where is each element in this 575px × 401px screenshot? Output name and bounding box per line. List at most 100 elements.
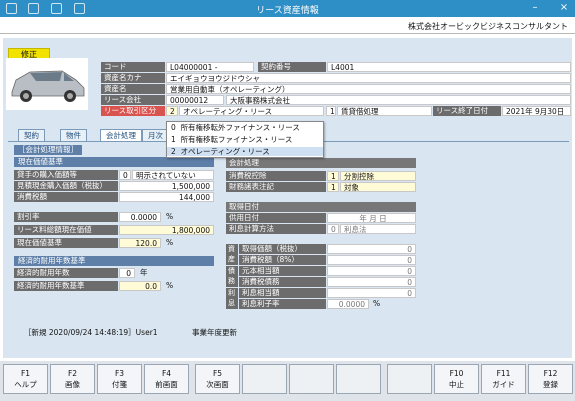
- dropdown-option-selected[interactable]: 2 オペレーティング・リース: [167, 147, 323, 156]
- interest-side-label: 利息: [226, 288, 238, 309]
- useful-years-field[interactable]: 0: [119, 268, 135, 278]
- sticky-note-button[interactable]: F3 付箋: [97, 364, 142, 394]
- pv-base-field: 120.0: [119, 238, 161, 248]
- tax-field[interactable]: 144,000: [119, 192, 214, 202]
- lease-type-label: リース取引区分: [101, 106, 165, 116]
- use-date-field[interactable]: 年 月 日: [327, 213, 416, 223]
- cancel-button[interactable]: F10 中止: [434, 364, 479, 394]
- lease-end-label: リース終了日付: [433, 106, 501, 116]
- status-note: 事業年度更新: [192, 328, 237, 337]
- use-date-label: 供用日付: [226, 213, 326, 223]
- tab-contract[interactable]: 契約: [18, 129, 45, 141]
- dropdown-option[interactable]: 1 所有権移転ファイナンス・リース: [167, 135, 323, 144]
- divider: [0, 33, 575, 34]
- useful-base-label: 経済的耐用年数基準: [14, 281, 118, 291]
- accounting-code: 1: [326, 106, 336, 116]
- interest-method-name: 利息法: [340, 224, 416, 234]
- tax-treatment-label: 消費税控除: [226, 171, 326, 181]
- accounting-name: 賃貸借処理: [337, 106, 432, 116]
- image-button[interactable]: F2 画像: [50, 364, 95, 394]
- borrower-text: 明示されていない: [132, 170, 214, 180]
- principal-label: 元本相当額: [239, 266, 326, 276]
- company-name: 株式会社オービックビジネスコンサルタント: [408, 22, 568, 31]
- code-label: コード: [101, 62, 165, 72]
- close-icon[interactable]: ×: [557, 2, 571, 15]
- useful-years-label: 経済的耐用年数: [14, 268, 118, 278]
- accounting-header: 会計処理: [226, 158, 416, 168]
- lease-total-label: リース料総額現在価値: [14, 225, 118, 235]
- consumption-field: 0: [327, 255, 416, 265]
- useful-base-unit: %: [166, 281, 174, 290]
- previous-screen-button[interactable]: F4 前画面: [144, 364, 189, 394]
- tax-treatment-name: 分割控除: [340, 171, 416, 181]
- interest-method-code[interactable]: 0: [327, 224, 339, 234]
- borrower-label: 貸手の購入価額等: [14, 170, 118, 180]
- code-field[interactable]: L04000001 -: [166, 62, 254, 72]
- tab-property[interactable]: 物件: [60, 129, 87, 141]
- acq-date-header: 取得日付: [226, 202, 416, 212]
- discount-label: 割引率: [14, 212, 118, 222]
- acq-price-field: 0: [327, 244, 416, 254]
- interest-amount-label: 利息相当額: [239, 288, 326, 298]
- name-label: 資産名: [101, 84, 165, 94]
- pv-base-unit: %: [166, 238, 174, 247]
- function-key-bar: F1 ヘルプ F2 画像 F3 付箋 F4 前画面 F5 次画面 F10 中止 F11 ガイド…: [0, 361, 575, 401]
- interest-rate-field: 0.0000: [327, 299, 369, 309]
- lease-type-dropdown[interactable]: 0 所有権移転外ファイナンス・リース 1 所有権移転ファイナンス・リース 2 オ…: [166, 121, 324, 158]
- borrower-code-field[interactable]: 0: [119, 170, 131, 180]
- useful-base-field: 0.0: [119, 281, 161, 291]
- acq-price-label: 取得価額（税抜）: [239, 244, 326, 254]
- fin-label: 財務諸表注記: [226, 182, 326, 192]
- f8-button[interactable]: [336, 364, 381, 394]
- minimize-icon[interactable]: –: [528, 2, 542, 15]
- fin-code-field[interactable]: 1: [327, 182, 339, 192]
- register-button[interactable]: F12 登録: [528, 364, 573, 394]
- interest-method-label: 利息計算方法: [226, 224, 326, 234]
- window-title: リース資産情報: [256, 6, 319, 16]
- discount-field[interactable]: 0.0000: [119, 212, 161, 222]
- lease-total-field: 1,800,000: [119, 225, 214, 235]
- contract-no-field[interactable]: L4001: [327, 62, 571, 72]
- f7-button[interactable]: [289, 364, 334, 394]
- lessor-code-field[interactable]: 00000012: [166, 95, 224, 105]
- lease-end-field[interactable]: 2021年 9月30日: [502, 106, 571, 116]
- debt-side-label: 債務: [226, 266, 238, 287]
- fin-name: 対象: [340, 182, 416, 192]
- present-value-header: 現在価値基準: [14, 157, 214, 167]
- useful-life-header: 経済的耐用年数基準: [14, 256, 214, 266]
- tab-accounting[interactable]: 会計処理: [100, 129, 142, 141]
- interest-amount-field: 0: [327, 288, 416, 298]
- tab-monthly[interactable]: 月次: [142, 129, 169, 141]
- estimate-label: 見積現金購入価額（税抜）: [14, 181, 118, 191]
- pv-base-label: 現在価値基準: [14, 238, 118, 248]
- created-status: ［新規 2020/09/24 14:48:19］User1: [24, 328, 158, 337]
- principal-field: 0: [327, 266, 416, 276]
- kana-field[interactable]: エイギョウヨウジドウシャ: [166, 73, 571, 83]
- tax-treatment-code-field[interactable]: 1: [327, 171, 339, 181]
- f6-button[interactable]: [242, 364, 287, 394]
- consumption-label: 消費税額（8%）: [239, 255, 326, 265]
- tax-debt-field: 0: [327, 277, 416, 287]
- lessor-name: 大阪事務株式会社: [226, 95, 571, 105]
- tax-label: 消費税額: [14, 192, 118, 202]
- guide-button[interactable]: F11 ガイド: [481, 364, 526, 394]
- kana-label: 資産名カナ: [101, 73, 165, 83]
- interest-rate-unit: %: [373, 299, 381, 308]
- f9-button[interactable]: [387, 364, 432, 394]
- asset-image: [6, 58, 88, 110]
- tax-debt-label: 消費税債務: [239, 277, 326, 287]
- lease-type-name: オペレーティング・リース: [179, 106, 324, 116]
- lease-type-code-field[interactable]: 2: [166, 106, 178, 116]
- contract-no-label: 契約番号: [258, 62, 326, 72]
- asset-side-label: 資産: [226, 244, 238, 265]
- discount-unit: %: [166, 212, 174, 221]
- interest-rate-label: 利息利子率: [239, 299, 326, 309]
- dropdown-option[interactable]: 0 所有権移転外ファイナンス・リース: [167, 123, 323, 132]
- useful-years-unit: 年: [140, 268, 148, 277]
- help-button[interactable]: F1 ヘルプ: [3, 364, 48, 394]
- next-screen-button[interactable]: F5 次画面: [195, 364, 240, 394]
- estimate-field[interactable]: 1,500,000: [119, 181, 214, 191]
- lessor-label: リース会社: [101, 95, 165, 105]
- section-title: ［会計処理情報］: [14, 145, 82, 155]
- name-field[interactable]: 営業用自動車（オペレーティング）: [166, 84, 571, 94]
